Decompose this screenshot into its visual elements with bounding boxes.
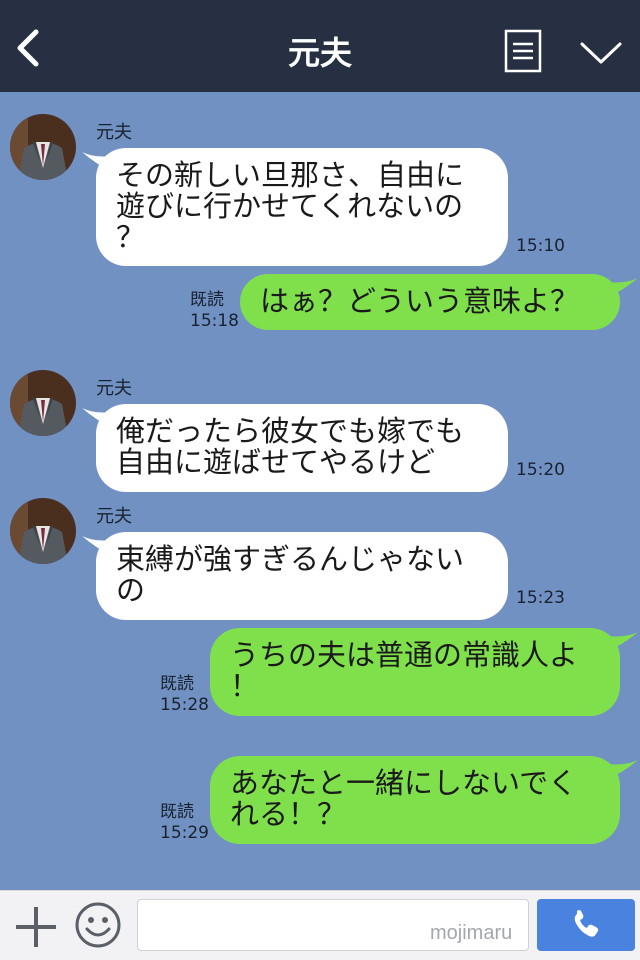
message-time: 15:29 (160, 823, 209, 843)
message-text: あなたと一緒にしないでく (230, 766, 578, 800)
list-icon (504, 29, 542, 73)
add-button[interactable] (14, 905, 58, 949)
message-text: 自由に遊ばせてやるけど (116, 445, 436, 479)
message-bubble[interactable]: 俺だったら彼女でも嫁でも 自由に遊ばせてやるけど (96, 404, 508, 492)
back-button[interactable] (10, 22, 50, 72)
message-text: の (116, 573, 146, 607)
message-time: 15:20 (516, 460, 565, 480)
message-time: 15:18 (190, 311, 239, 331)
message-text: その新しい旦那さ、自由に (116, 158, 465, 192)
chat-title: 元夫 (287, 34, 352, 72)
message-time: 15:23 (516, 588, 565, 608)
read-label: 既読 (190, 290, 224, 310)
sender-name: 元夫 (96, 506, 132, 527)
message-bubble[interactable]: その新しい旦那さ、自由に 遊びに行かせてくれないの ？ (96, 148, 508, 266)
message-text: うちの夫は普通の常識人よ (230, 638, 579, 672)
collapse-button[interactable] (578, 38, 624, 68)
sender-name: 元夫 (96, 122, 132, 143)
message-time: 15:10 (516, 236, 565, 256)
read-receipt: 既読 15:29 (160, 802, 209, 844)
message-text: ？ (116, 220, 146, 254)
message-text: 俺だったら彼女でも嫁でも (116, 414, 465, 448)
avatar[interactable] (10, 498, 76, 564)
message-text: 遊びに行かせてくれないの (116, 189, 464, 223)
plus-icon (16, 907, 56, 947)
read-label: 既読 (160, 674, 194, 694)
chevron-left-icon (17, 29, 39, 67)
avatar-image (10, 114, 76, 180)
message-bubble[interactable]: はぁ？どういう意味よ？ (240, 274, 620, 330)
chevron-down-icon (580, 42, 622, 64)
avatar-image (10, 370, 76, 436)
message-text: ！ (230, 669, 260, 703)
read-receipt: 既読 15:18 (190, 290, 239, 332)
message-time: 15:28 (160, 695, 209, 715)
read-receipt: 既読 15:28 (160, 674, 209, 716)
chat-area[interactable]: 元夫 その新しい旦那さ、自由に 遊びに行かせてくれないの ？ 15:10 既読 … (0, 92, 640, 890)
emoji-button[interactable] (74, 901, 122, 949)
sender-name: 元夫 (96, 378, 132, 399)
message-text: 束縛が強すぎるんじゃない (116, 542, 465, 576)
watermark: mojimaru (430, 922, 513, 944)
avatar-image (10, 498, 76, 564)
message-bubble[interactable]: うちの夫は普通の常識人よ ！ (210, 628, 620, 716)
input-bar (0, 890, 640, 960)
message-text: れる！？ (230, 797, 347, 831)
avatar[interactable] (10, 370, 76, 436)
phone-icon (574, 910, 599, 937)
chat-header: 元夫 (0, 0, 640, 92)
avatar[interactable] (10, 114, 76, 180)
call-button[interactable] (537, 899, 635, 951)
read-label: 既読 (160, 802, 194, 822)
smiley-icon (75, 902, 121, 948)
message-bubble[interactable]: 束縛が強すぎるんじゃない の (96, 532, 508, 620)
message-text: はぁ？どういう意味よ？ (260, 284, 580, 318)
message-bubble[interactable]: あなたと一緒にしないでく れる！？ (210, 756, 620, 844)
menu-button[interactable] (504, 29, 544, 73)
